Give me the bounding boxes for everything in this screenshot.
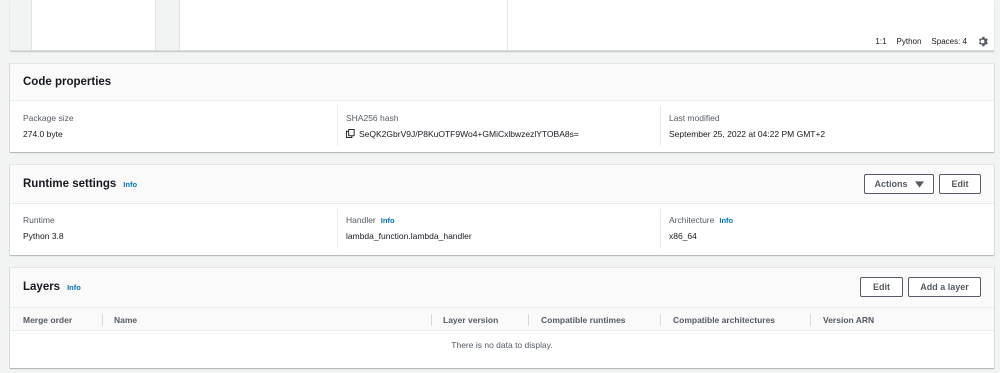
column-divider[interactable] — [528, 314, 529, 326]
divider — [660, 106, 661, 146]
layers-panel: Layers Info Edit Add a layer Merge order … — [10, 268, 994, 368]
copy-icon[interactable] — [346, 129, 355, 138]
editor-line-numbers — [155, 0, 180, 50]
panel-title-row: Runtime settings Info — [23, 178, 137, 190]
column-version-arn[interactable]: Version ARN — [823, 315, 874, 325]
runtime: Runtime Python 3.8 — [23, 215, 64, 241]
column-divider[interactable] — [102, 314, 103, 326]
package-size-label: Package size — [23, 113, 74, 123]
info-link[interactable]: Info — [67, 283, 81, 292]
sha256-value-row: SeQK2GbrV9J/P8KuOTF9Wo4+GMiCxlbwzezlYTOB… — [346, 129, 579, 139]
code-editor[interactable]: 1:1 Python Spaces: 4 — [10, 0, 994, 51]
last-modified: Last modified September 25, 2022 at 04:2… — [669, 113, 825, 139]
indent-setting[interactable]: Spaces: 4 — [931, 37, 967, 46]
code-properties-header: Code properties — [10, 64, 994, 101]
caret-down-icon — [914, 180, 924, 188]
runtime-label: Runtime — [23, 215, 55, 225]
language-mode[interactable]: Python — [897, 37, 922, 46]
panel-title: Layers — [23, 281, 61, 293]
handler: Handler Info lambda_function.lambda_handl… — [346, 215, 472, 241]
divider — [660, 209, 661, 249]
handler-label: Handler — [346, 215, 376, 225]
sha256-value: SeQK2GbrV9J/P8KuOTF9Wo4+GMiCxlbwzezlYTOB… — [359, 129, 579, 139]
edit-runtime-button[interactable]: Edit — [939, 174, 981, 194]
column-compatible-architectures[interactable]: Compatible architectures — [673, 315, 775, 325]
handler-value: lambda_function.lambda_handler — [346, 231, 472, 241]
column-merge-order[interactable]: Merge order — [23, 315, 72, 325]
architecture-info-link[interactable]: Info — [719, 216, 733, 225]
column-divider[interactable] — [431, 314, 432, 326]
actions-button[interactable]: Actions — [864, 174, 934, 194]
last-modified-value: September 25, 2022 at 04:22 PM GMT+2 — [669, 129, 826, 139]
edit-layers-button[interactable]: Edit — [860, 277, 903, 297]
panel-title-row: Layers Info — [23, 281, 81, 293]
editor-divider — [507, 0, 508, 50]
code-properties-panel: Code properties Package size 274.0 byte … — [10, 64, 994, 152]
sha256-hash: SHA256 hash SeQK2GbrV9J/P8KuOTF9Wo4+GMiC… — [346, 113, 579, 139]
column-divider[interactable] — [810, 314, 811, 326]
runtime-value: Python 3.8 — [23, 231, 64, 241]
handler-info-link[interactable]: Info — [381, 216, 395, 225]
divider — [337, 106, 338, 146]
column-layer-version[interactable]: Layer version — [443, 315, 498, 325]
divider — [337, 209, 338, 249]
panel-title: Runtime settings — [23, 178, 117, 190]
package-size-value: 274.0 byte — [23, 129, 63, 139]
column-name[interactable]: Name — [114, 315, 137, 325]
column-compatible-runtimes[interactable]: Compatible runtimes — [541, 315, 626, 325]
cursor-position[interactable]: 1:1 — [875, 37, 886, 46]
column-divider[interactable] — [660, 314, 661, 326]
actions-label: Actions — [874, 179, 908, 189]
layers-header: Layers Info Edit Add a layer — [10, 268, 994, 308]
sha256-label: SHA256 hash — [346, 113, 399, 123]
gear-icon[interactable] — [977, 36, 988, 47]
architecture-label: Architecture — [669, 215, 715, 225]
panel-title: Code properties — [23, 76, 112, 88]
add-layer-button[interactable]: Add a layer — [908, 277, 981, 297]
last-modified-label: Last modified — [669, 113, 720, 123]
empty-table-message: There is no data to display. — [451, 340, 553, 350]
info-link[interactable]: Info — [123, 180, 137, 189]
handler-label-row: Handler Info — [346, 215, 472, 225]
package-size: Package size 274.0 byte — [23, 113, 74, 139]
architecture-label-row: Architecture Info — [669, 215, 733, 225]
editor-gutter — [10, 0, 32, 50]
editor-status-bar: 1:1 Python Spaces: 4 — [875, 35, 988, 47]
architecture: Architecture Info x86_64 — [669, 215, 733, 241]
runtime-settings-panel: Runtime settings Info Actions Edit Runtim… — [10, 165, 994, 255]
architecture-value: x86_64 — [669, 231, 697, 241]
runtime-settings-header: Runtime settings Info Actions Edit — [10, 165, 994, 204]
